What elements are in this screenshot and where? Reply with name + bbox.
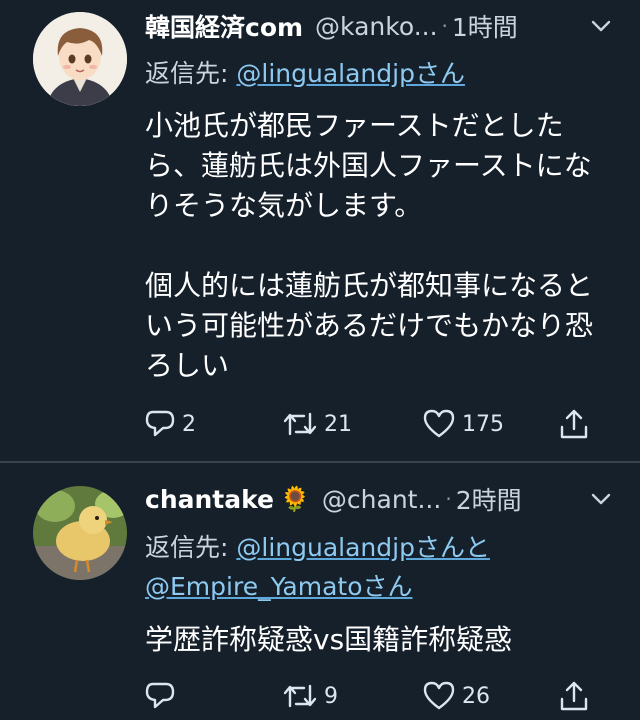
avatar[interactable] xyxy=(33,486,127,580)
retweet-button[interactable]: 9 xyxy=(282,676,338,716)
tweet-header: chantake 🌻 @chant... · 2時間 xyxy=(145,482,614,516)
share-icon xyxy=(558,679,590,713)
retweet-button[interactable]: 21 xyxy=(282,404,352,444)
tweet[interactable]: chantake 🌻 @chant... · 2時間 返信先: @lingual… xyxy=(0,463,640,720)
share-button[interactable] xyxy=(558,676,590,716)
mention-link[interactable]: @lingualandjpさんと xyxy=(236,533,490,562)
tweet-actions: 2 21 175 xyxy=(144,404,604,444)
reply-button[interactable]: 2 xyxy=(144,404,196,444)
chevron-down-icon[interactable] xyxy=(588,486,614,512)
separator-dot: · xyxy=(445,487,452,511)
retweet-icon xyxy=(282,680,318,712)
tweet-text: 学歴詐称疑惑vs国籍詐称疑惑 xyxy=(145,623,513,656)
retweet-count: 9 xyxy=(324,683,338,709)
reply-count: 2 xyxy=(182,411,196,437)
retweet-count: 21 xyxy=(324,411,352,437)
timestamp[interactable]: 2時間 xyxy=(456,481,522,517)
reply-bubble-icon xyxy=(144,408,176,440)
like-button[interactable]: 26 xyxy=(422,676,490,716)
share-button[interactable] xyxy=(558,404,590,444)
heart-icon xyxy=(422,680,456,712)
display-name[interactable]: chantake xyxy=(145,485,274,514)
sunflower-emoji: 🌻 xyxy=(280,485,310,513)
mention-link[interactable]: @lingualandjpさん xyxy=(236,59,465,88)
reply-prefix: 返信先: xyxy=(145,59,237,88)
reply-prefix: 返信先: xyxy=(145,533,237,562)
tweet-actions: 9 26 xyxy=(144,676,604,716)
reply-context: 返信先: @lingualandjpさんと @Empire_Yamatoさん xyxy=(145,528,490,606)
like-count: 175 xyxy=(462,411,504,437)
timestamp[interactable]: 1時間 xyxy=(452,8,518,44)
user-handle[interactable]: @kanko... xyxy=(315,12,438,41)
reply-context: 返信先: @lingualandjpさん xyxy=(145,54,465,93)
like-count: 26 xyxy=(462,683,490,709)
user-handle[interactable]: @chant... xyxy=(322,485,441,514)
tweet-header: 韓国経済com @kanko... · 1時間 xyxy=(145,9,614,43)
display-name[interactable]: 韓国経済com xyxy=(145,8,303,44)
reply-button[interactable] xyxy=(144,676,182,716)
heart-icon xyxy=(422,408,456,440)
reply-bubble-icon xyxy=(144,680,176,712)
tweet-text: 小池氏が都民ファーストだとしたら、蓮舫氏は外国人ファーストになりそうな気がします… xyxy=(145,109,594,382)
tweet[interactable]: 韓国経済com @kanko... · 1時間 返信先: @lingualand… xyxy=(0,0,640,462)
separator-dot: · xyxy=(441,14,448,38)
mention-link[interactable]: @Empire_Yamatoさん xyxy=(145,572,413,601)
retweet-icon xyxy=(282,408,318,440)
avatar[interactable] xyxy=(33,12,127,106)
like-button[interactable]: 175 xyxy=(422,404,504,444)
share-icon xyxy=(558,407,590,441)
chevron-down-icon[interactable] xyxy=(588,13,614,39)
